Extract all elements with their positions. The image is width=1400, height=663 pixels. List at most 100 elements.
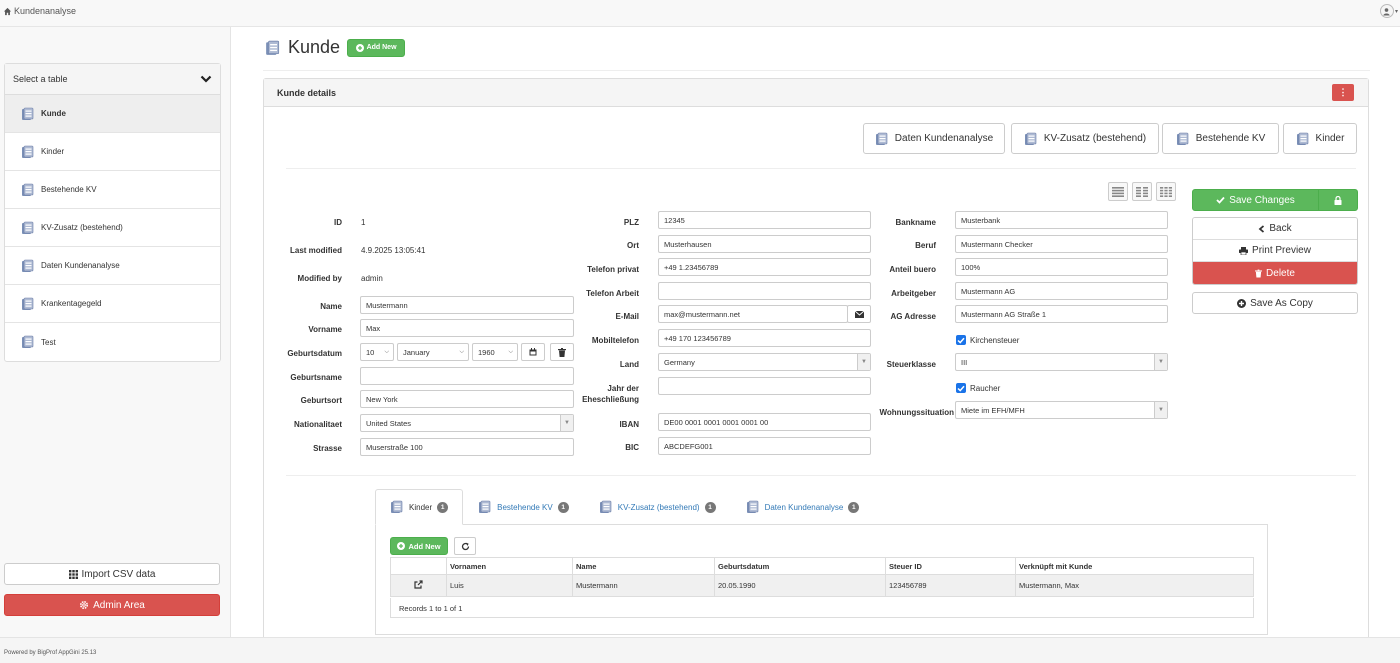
ag-adresse-value: Mustermann AG Straße 1 xyxy=(961,309,1047,319)
arbeitgeber-input[interactable]: Mustermann AG xyxy=(955,282,1168,300)
mobiltelefon-input[interactable]: +49 170 123456789 xyxy=(658,329,871,347)
geburtsname-input[interactable] xyxy=(360,367,574,385)
iban-input[interactable]: DE00 0001 0001 0001 0001 00 xyxy=(658,413,871,431)
tab-bestehende-kv[interactable]: Bestehende KV 1 xyxy=(463,489,584,525)
external-link-icon[interactable] xyxy=(414,580,423,589)
strasse-input[interactable]: Muserstraße 100 xyxy=(360,438,574,456)
geburtsort-value: New York xyxy=(366,394,398,404)
lock-icon xyxy=(1334,195,1342,205)
trash-icon xyxy=(1255,269,1263,277)
telefon-arbeit-input[interactable] xyxy=(658,282,871,300)
anteil-buero-label: Anteil buero xyxy=(889,265,936,274)
table-selector-toggle[interactable]: Select a table xyxy=(5,64,220,95)
sidebar-item-test[interactable]: Test xyxy=(5,323,220,361)
vorname-input[interactable]: Max xyxy=(360,319,574,337)
name-input[interactable]: Mustermann xyxy=(360,296,574,314)
wohnungssituation-label: Wohnungssituation xyxy=(879,408,954,417)
table-cell: 20.05.1990 xyxy=(714,574,886,597)
nationalitaet-value: United States xyxy=(366,418,412,428)
layout-one-column-icon[interactable] xyxy=(1108,182,1128,201)
app-brand-link[interactable]: Kundenanalyse xyxy=(3,6,76,16)
sidebar-item-kv-zusatz[interactable]: KV-Zusatz (bestehend) xyxy=(5,209,220,247)
last-modified-value: 4.9.2025 13:05:41 xyxy=(361,246,426,255)
strasse-label: Strasse xyxy=(313,444,342,453)
refresh-button[interactable] xyxy=(454,537,476,555)
land-select[interactable]: Germany ▼ xyxy=(658,353,871,371)
plz-input[interactable]: 12345 xyxy=(658,211,871,229)
layout-two-column-icon[interactable] xyxy=(1132,182,1152,201)
table-icon xyxy=(22,183,34,196)
sidebar-item-label: Bestehende KV xyxy=(41,185,97,194)
name-label: Name xyxy=(320,302,342,311)
birth-day-value: 10 xyxy=(366,347,375,357)
powered-by-text: Powered by BigProf AppGini 25.13 xyxy=(4,650,97,656)
save-as-copy-button[interactable]: Save As Copy xyxy=(1192,292,1358,314)
sidebar-item-kunde[interactable]: Kunde xyxy=(5,95,220,133)
ort-input[interactable]: Musterhausen xyxy=(658,235,871,253)
import-csv-button[interactable]: Import CSV data xyxy=(4,563,220,585)
tab-kinder[interactable]: Kinder 1 xyxy=(375,489,464,525)
user-menu[interactable]: ▾ xyxy=(1379,4,1398,18)
sidebar-item-krankentagegeld[interactable]: Krankentagegeld xyxy=(5,285,220,323)
beruf-value: Mustermann Checker xyxy=(961,239,1033,249)
anteil-buero-input[interactable]: 100% xyxy=(955,258,1168,276)
child-tabs: Kinder 1 Bestehende KV 1 KV-Zusatz (best… xyxy=(375,489,874,525)
save-changes-main[interactable]: Save Changes xyxy=(1193,190,1319,210)
details-title: Kunde details xyxy=(277,88,337,98)
bankname-input[interactable]: Musterbank xyxy=(955,211,1168,229)
link-daten-kundenanalyse-button[interactable]: Daten Kundenanalyse xyxy=(863,123,1005,154)
birth-year-select[interactable]: 1960 ⌵ xyxy=(472,343,518,361)
bic-input[interactable]: ABCDEFG001 xyxy=(658,437,871,455)
delete-button[interactable]: Delete xyxy=(1193,262,1357,284)
table-cell: Mustermann, Max xyxy=(1015,574,1254,597)
save-dropdown-toggle[interactable] xyxy=(1319,190,1357,210)
birth-month-select[interactable]: January ⌵ xyxy=(397,343,469,361)
steuerklasse-select[interactable]: III ▼ xyxy=(955,353,1168,371)
birth-month-value: January xyxy=(403,347,430,357)
nationalitaet-select[interactable]: United States ▼ xyxy=(360,414,574,432)
page-title: Kunde xyxy=(288,37,341,57)
email-input[interactable]: max@mustermann.net xyxy=(658,305,848,323)
more-options-button[interactable]: ⋮ xyxy=(1332,84,1354,101)
link-bestehende-kv-button[interactable]: Bestehende KV xyxy=(1162,123,1279,154)
open-record-cell[interactable] xyxy=(390,574,447,597)
column-header-actions xyxy=(390,557,447,575)
sidebar-item-daten-kundenanalyse[interactable]: Daten Kundenanalyse xyxy=(5,247,220,285)
telefon-arbeit-label: Telefon Arbeit xyxy=(586,289,639,298)
admin-area-button[interactable]: Admin Area xyxy=(4,594,220,616)
add-new-button[interactable]: Add New xyxy=(347,38,406,57)
birth-day-select[interactable]: 10 ⌵ xyxy=(360,343,394,361)
wohnungssituation-select[interactable]: Miete im EFH/MFH ▼ xyxy=(955,401,1168,419)
back-button[interactable]: Back xyxy=(1193,218,1357,240)
calendar-button[interactable] xyxy=(521,343,545,361)
beruf-input[interactable]: Mustermann Checker xyxy=(955,235,1168,253)
link-kv-zusatz-button[interactable]: KV-Zusatz (bestehend) xyxy=(1011,123,1159,154)
id-value: 1 xyxy=(361,218,366,227)
iban-value: DE00 0001 0001 0001 0001 00 xyxy=(664,417,769,427)
children-table: Vornamen Name Geburtsdatum Steuer ID Ver… xyxy=(390,557,1254,597)
sidebar-item-bestehende-kv[interactable]: Bestehende KV xyxy=(5,171,220,209)
table-row[interactable]: Luis Mustermann 20.05.1990 123456789 Mus… xyxy=(390,574,1254,597)
ag-adresse-input[interactable]: Mustermann AG Straße 1 xyxy=(955,305,1168,323)
telefon-privat-input[interactable]: +49 1.23456789 xyxy=(658,258,871,276)
admin-area-label: Admin Area xyxy=(93,599,145,611)
tab-daten-kundenanalyse[interactable]: Daten Kundenanalyse 1 xyxy=(731,489,875,525)
print-preview-button[interactable]: Print Preview xyxy=(1193,240,1357,262)
tab-kv-zusatz[interactable]: KV-Zusatz (bestehend) 1 xyxy=(584,489,731,525)
column-header: Name xyxy=(572,557,715,575)
geburtsort-input[interactable]: New York xyxy=(360,390,574,408)
layout-three-column-icon[interactable] xyxy=(1156,182,1176,201)
raucher-checkbox[interactable]: Raucher xyxy=(956,383,1000,393)
save-changes-button[interactable]: Save Changes xyxy=(1192,189,1358,211)
count-badge: 1 xyxy=(557,501,569,513)
th-icon xyxy=(68,569,78,579)
kirchensteuer-checkbox[interactable]: Kirchensteuer xyxy=(956,335,1019,345)
divider xyxy=(286,475,1356,476)
link-kinder-button[interactable]: Kinder xyxy=(1283,123,1357,154)
print-icon xyxy=(1239,246,1249,255)
add-child-button[interactable]: Add New xyxy=(390,537,448,555)
tab-label: Kinder xyxy=(409,502,433,512)
eheschliessung-input[interactable] xyxy=(658,377,871,395)
clear-date-button[interactable] xyxy=(550,343,574,361)
sidebar-item-kinder[interactable]: Kinder xyxy=(5,133,220,171)
